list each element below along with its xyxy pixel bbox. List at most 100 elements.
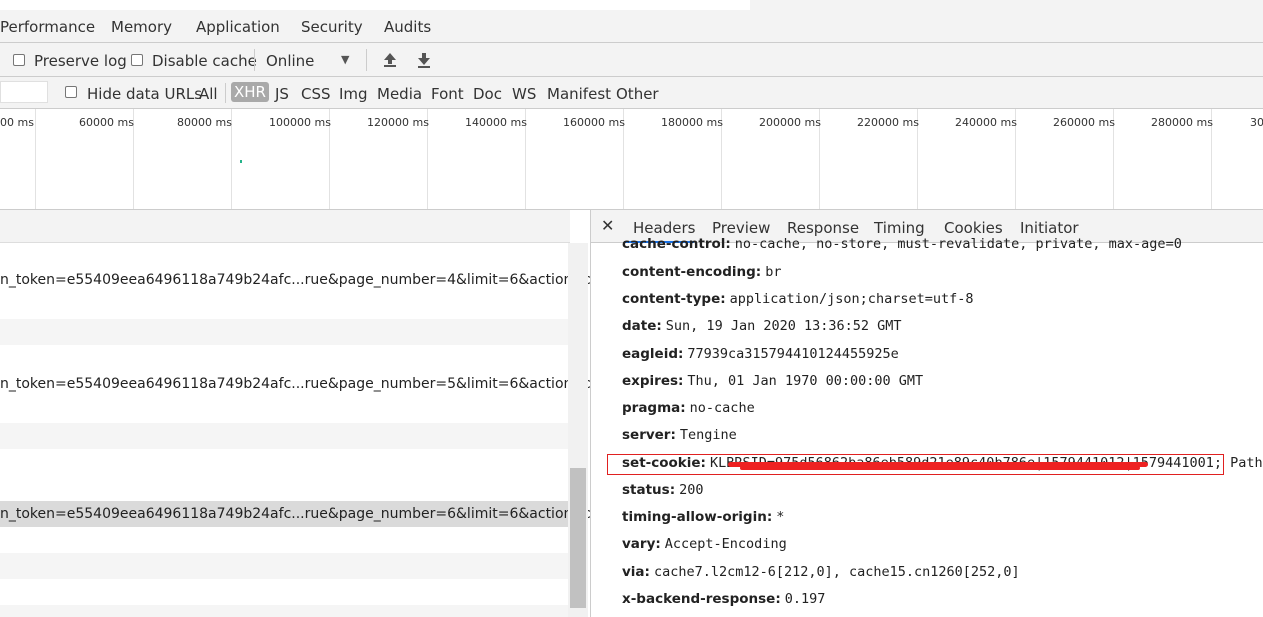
tab-initiator[interactable]: Initiator [1020, 219, 1079, 237]
header-value: Thu, 01 Jan 1970 00:00:00 GMT [687, 373, 924, 389]
overview-gridline [35, 109, 36, 209]
panel-tab-bar: Performance Memory Application Security … [0, 10, 1263, 43]
request-row-stripe [0, 423, 570, 449]
request-row-stripe [0, 553, 570, 579]
filter-type-css[interactable]: CSS [301, 85, 331, 103]
filter-type-all[interactable]: All [199, 85, 218, 103]
hide-data-urls-checkbox[interactable] [65, 86, 77, 98]
close-icon[interactable]: ✕ [601, 216, 614, 235]
filter-input[interactable] [0, 81, 48, 103]
preserve-log-label[interactable]: Preserve log [34, 52, 127, 70]
overview-request-marker [240, 160, 242, 163]
filter-type-media[interactable]: Media [377, 85, 422, 103]
tab-security[interactable]: Security [301, 18, 363, 36]
tab-application[interactable]: Application [196, 18, 280, 36]
filter-type-font[interactable]: Font [431, 85, 464, 103]
filter-divider [225, 83, 226, 103]
header-row: pragma: no-cache [622, 400, 755, 416]
request-row-stripe [0, 605, 570, 617]
chevron-down-icon[interactable]: ▼ [341, 53, 349, 66]
preserve-log-checkbox[interactable] [13, 54, 25, 66]
export-har-icon[interactable] [415, 51, 433, 69]
hide-data-urls-label[interactable]: Hide data URLs [87, 85, 202, 103]
header-row: content-type: application/json;charset=ut… [622, 291, 973, 307]
header-value: no-cache, no-store, must-revalidate, pri… [734, 236, 1182, 252]
request-list: n_token=e55409eea6496118a749b24afc...rue… [0, 210, 590, 617]
overview-tick: 280000 ms [1151, 116, 1213, 129]
header-row: via: cache7.l2cm12-6[212,0], cache15.cn12… [622, 564, 1020, 580]
overview-tick: 160000 ms [563, 116, 625, 129]
request-row-name[interactable]: n_token=e55409eea6496118a749b24afc...rue… [0, 272, 590, 288]
filter-type-other[interactable]: Other [616, 85, 659, 103]
header-name: status: [622, 482, 676, 498]
filter-type-img[interactable]: Img [339, 85, 368, 103]
throttling-select[interactable]: Online [266, 52, 314, 70]
tab-performance[interactable]: Performance [0, 18, 95, 36]
overview-tick: 120000 ms [367, 116, 429, 129]
header-value: cache7.l2cm12-6[212,0], cache15.cn1260[2… [653, 564, 1020, 580]
overview-tick: 100000 ms [269, 116, 331, 129]
overview-tick: 80000 ms [177, 116, 232, 129]
overview-tick: 00 ms [0, 116, 34, 129]
header-row: vary: Accept-Encoding [622, 536, 787, 552]
header-value: no-cache [689, 400, 755, 416]
header-name: x-backend-response: [622, 591, 781, 607]
tab-memory[interactable]: Memory [111, 18, 172, 36]
filter-type-xhr[interactable]: XHR [231, 82, 269, 102]
header-name: timing-allow-origin: [622, 509, 773, 525]
filter-type-doc[interactable]: Doc [473, 85, 502, 103]
header-row: expires: Thu, 01 Jan 1970 00:00:00 GMT [622, 373, 923, 389]
header-value: Tengine [679, 427, 737, 443]
request-row-name[interactable]: n_token=e55409eea6496118a749b24afc...rue… [0, 376, 590, 392]
overview-tick: 140000 ms [465, 116, 527, 129]
disable-cache-checkbox[interactable] [131, 54, 143, 66]
tab-timing[interactable]: Timing [874, 219, 925, 237]
header-name: via: [622, 564, 650, 580]
filter-type-js[interactable]: JS [275, 85, 289, 103]
filter-type-ws[interactable]: WS [512, 85, 536, 103]
overview-tick: 220000 ms [857, 116, 919, 129]
tab-preview[interactable]: Preview [712, 219, 770, 237]
overview-tick: 30 [1250, 116, 1263, 129]
header-name: server: [622, 427, 676, 443]
overview-tick: 260000 ms [1053, 116, 1115, 129]
request-list-scrollbar-thumb[interactable] [570, 468, 586, 608]
header-name: content-encoding: [622, 264, 762, 280]
header-row: server: Tengine [622, 427, 737, 443]
disable-cache-label[interactable]: Disable cache [152, 52, 257, 70]
header-value: 200 [679, 482, 704, 498]
header-value: br [765, 264, 782, 280]
request-row-name[interactable]: n_token=e55409eea6496118a749b24afc...rue… [0, 506, 590, 522]
header-value: application/json;charset=utf-8 [729, 291, 974, 307]
tab-headers[interactable]: Headers [633, 219, 695, 237]
overview-tick: 200000 ms [759, 116, 821, 129]
header-value: Accept-Encoding [664, 536, 787, 552]
tab-audits[interactable]: Audits [384, 18, 431, 36]
overview-tick: 240000 ms [955, 116, 1017, 129]
network-toolbar: Preserve log Disable cache Online ▼ [0, 43, 1263, 77]
header-row: eagleid: 77939ca315794410124455925e [622, 346, 899, 362]
header-row: x-backend-response: 0.197 [622, 591, 825, 607]
header-row: date: Sun, 19 Jan 2020 13:36:52 GMT [622, 318, 902, 334]
toolbar-divider [254, 49, 255, 71]
redaction-mark [740, 466, 1140, 470]
import-har-icon[interactable] [381, 51, 399, 69]
header-name: pragma: [622, 400, 686, 416]
header-name: expires: [622, 373, 684, 389]
header-value: * [776, 509, 785, 525]
request-row-stripe [0, 319, 570, 345]
filter-type-manifest[interactable]: Manifest [547, 85, 611, 103]
filter-bar: Hide data URLs All XHR JS CSS Img Media … [0, 77, 1263, 109]
tab-cookies[interactable]: Cookies [944, 219, 1003, 237]
header-row: status: 200 [622, 482, 704, 498]
network-overview[interactable]: 00 ms 60000 ms 80000 ms 100000 ms 120000… [0, 109, 1263, 210]
overview-tick: 180000 ms [661, 116, 723, 129]
header-value: 0.197 [784, 591, 826, 607]
tab-response[interactable]: Response [787, 219, 859, 237]
header-name: vary: [622, 536, 661, 552]
header-row: timing-allow-origin: * [622, 509, 784, 525]
toolbar-divider-2 [366, 49, 367, 71]
header-value: 77939ca315794410124455925e [687, 346, 899, 362]
top-strip [0, 0, 1263, 10]
header-row: cache-control: no-cache, no-store, must-r… [622, 236, 1182, 252]
